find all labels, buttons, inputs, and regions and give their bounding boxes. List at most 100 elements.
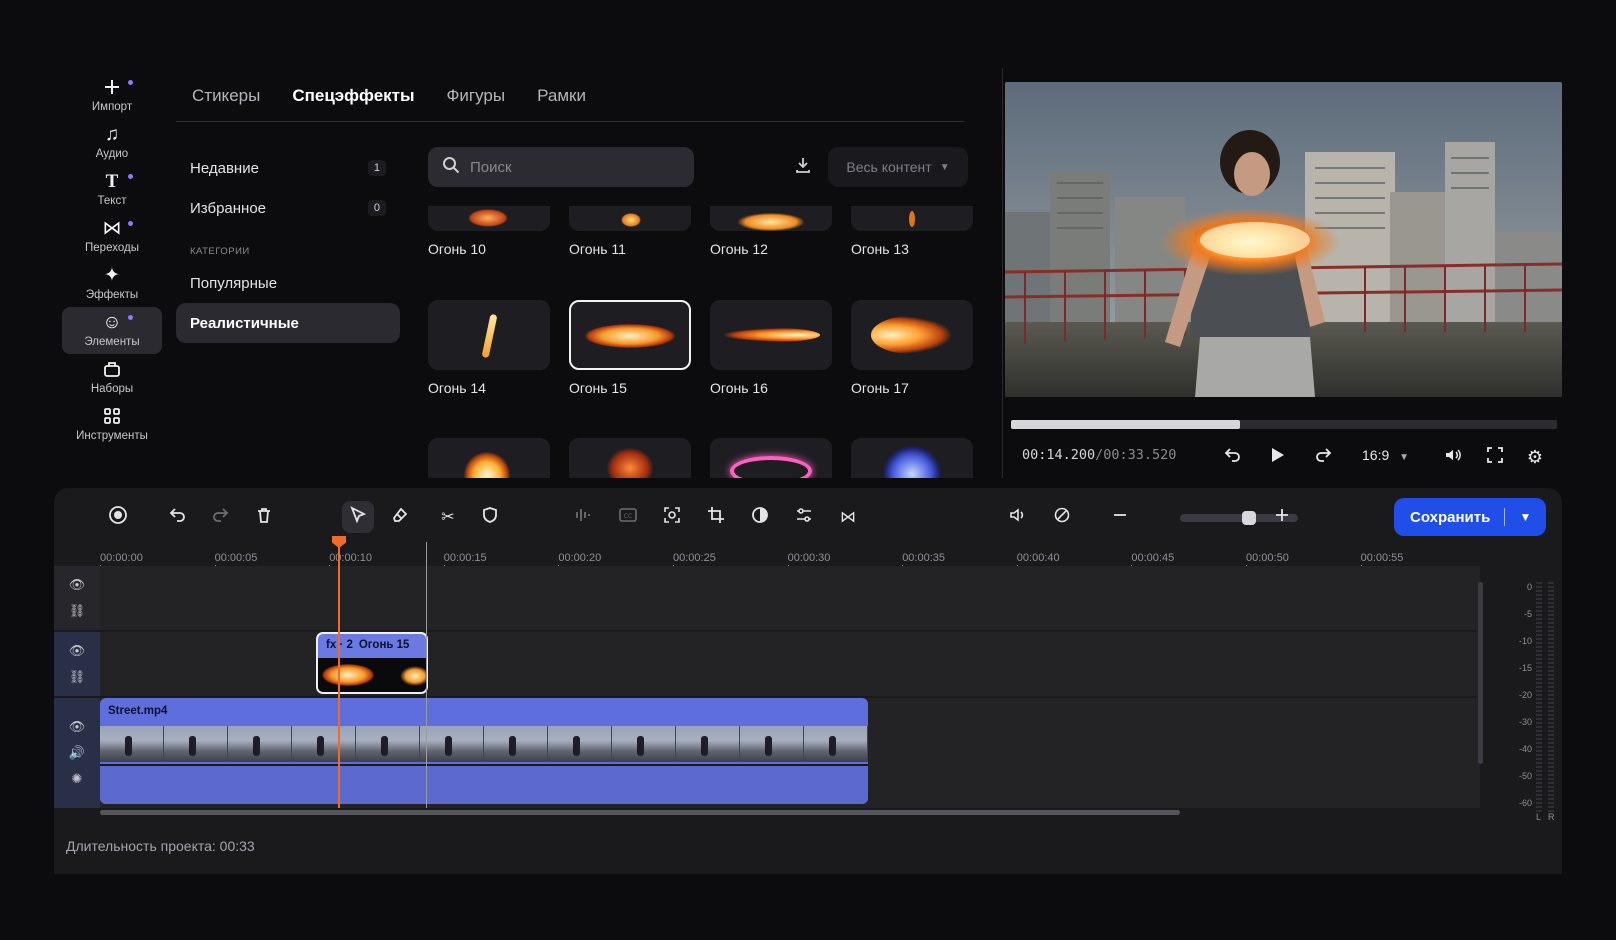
- undo-button[interactable]: [162, 501, 194, 533]
- effect-card[interactable]: Огонь 11: [569, 206, 691, 257]
- rail-transitions[interactable]: ⋈ Переходы: [62, 213, 162, 260]
- effect-card[interactable]: Огонь 15: [569, 300, 691, 396]
- effect-card[interactable]: Огонь 17: [851, 300, 973, 396]
- effect-card[interactable]: Огонь 16: [710, 300, 832, 396]
- rail-audio[interactable]: ♫ Аудио: [62, 119, 162, 166]
- effect-card[interactable]: Огонь 14: [428, 300, 550, 396]
- zoom-in-button[interactable]: [1266, 501, 1298, 533]
- tab-stickers[interactable]: Стикеры: [176, 78, 276, 121]
- settings-button[interactable]: ⚙: [1522, 444, 1548, 470]
- category-recent[interactable]: Недавние 1: [176, 148, 400, 188]
- ruler-tick-label: 00:00:30: [787, 552, 831, 564]
- rail-effects[interactable]: ✦ Эффекты: [62, 260, 162, 307]
- rail-elements[interactable]: ☺ Элементы: [62, 307, 162, 354]
- rail-text[interactable]: T Текст: [62, 166, 162, 213]
- razor-tool-button[interactable]: [384, 501, 416, 533]
- download-button[interactable]: [788, 152, 818, 182]
- meter-channel-bar: [1536, 582, 1542, 812]
- chevron-down-icon[interactable]: ▼: [1505, 510, 1546, 524]
- timecode-current: 00:14.200: [1022, 447, 1096, 463]
- video-preview[interactable]: [1005, 82, 1562, 397]
- category-popular[interactable]: Популярные: [176, 263, 400, 303]
- effect-card[interactable]: Огонь 10: [428, 206, 550, 257]
- left-rail: Импорт ♫ Аудио T Текст ⋈ Переходы ✦ Эффе…: [62, 72, 162, 448]
- text-icon: T: [105, 171, 119, 192]
- record-button[interactable]: [102, 501, 134, 533]
- audio-effect-icon[interactable]: ✺: [72, 771, 83, 787]
- magic-button[interactable]: [1046, 501, 1078, 533]
- effect-card[interactable]: [569, 438, 691, 478]
- rewind-button[interactable]: [1220, 444, 1246, 470]
- effect-card[interactable]: Огонь 13: [851, 206, 973, 257]
- search-input[interactable]: [470, 158, 670, 176]
- effect-clip[interactable]: fx · 2 Огонь 15: [316, 632, 428, 694]
- category-favorites[interactable]: Избранное 0: [176, 188, 400, 228]
- gear-icon: ⚙: [1526, 446, 1544, 467]
- play-button[interactable]: [1264, 444, 1290, 470]
- meter-level-label: 0: [1526, 582, 1532, 592]
- zoom-out-button[interactable]: [1104, 501, 1136, 533]
- adjust-button[interactable]: [788, 501, 820, 533]
- unlink-icon[interactable]: ⛓: [69, 669, 86, 685]
- audio-detach-button[interactable]: [1002, 501, 1034, 533]
- new-dot: [128, 221, 133, 226]
- link-icon[interactable]: ⛓: [69, 603, 86, 619]
- effect-card[interactable]: [851, 438, 973, 478]
- eraser-icon: [391, 506, 409, 529]
- save-button[interactable]: Сохранить ▼: [1394, 498, 1546, 536]
- smiley-icon: ☺: [102, 312, 122, 333]
- color-button[interactable]: [744, 501, 776, 533]
- rail-bundles[interactable]: Наборы: [62, 354, 162, 401]
- mask-button[interactable]: [474, 501, 506, 533]
- crop-button[interactable]: [700, 501, 732, 533]
- zoom-slider-handle[interactable]: [1242, 511, 1257, 525]
- effect-card[interactable]: [428, 438, 550, 478]
- playhead[interactable]: [332, 536, 346, 808]
- empty-track[interactable]: 👁 ⛓: [54, 566, 1480, 630]
- rail-import[interactable]: Импорт: [62, 72, 162, 119]
- effect-thumbnail: [710, 206, 832, 231]
- tab-special-effects[interactable]: Спецэффекты: [276, 78, 430, 121]
- count-badge: 1: [367, 160, 386, 176]
- fullscreen-button[interactable]: [1482, 444, 1508, 470]
- volume-icon[interactable]: 🔊: [69, 745, 85, 761]
- delete-button[interactable]: [248, 501, 280, 533]
- cut-button[interactable]: ✂: [432, 501, 464, 533]
- redo-button[interactable]: [204, 501, 236, 533]
- effect-card[interactable]: Огонь 12: [710, 206, 832, 257]
- svg-text:CC: CC: [624, 513, 632, 520]
- effects-track[interactable]: 👁 ⛓ fx · 2 Огонь 15: [54, 632, 1480, 696]
- preview-scrubber[interactable]: [1011, 420, 1557, 429]
- aspect-ratio-label: 16:9: [1362, 447, 1390, 463]
- focus-button[interactable]: [656, 501, 688, 533]
- select-tool-button[interactable]: [342, 501, 374, 533]
- forward-button[interactable]: [1310, 444, 1336, 470]
- video-track[interactable]: 👁 🔊 ✺ Street.mp4: [54, 698, 1480, 808]
- film-frame: [740, 726, 804, 762]
- project-duration: Длительность проекта: 00:33: [66, 838, 255, 854]
- category-realistic[interactable]: Реалистичные: [176, 303, 400, 343]
- captions-button[interactable]: CC: [612, 501, 644, 533]
- split-audio-button[interactable]: [568, 501, 600, 533]
- vertical-scrollbar[interactable]: [1478, 582, 1483, 764]
- ruler-tick-label: 00:00:45: [1131, 552, 1175, 564]
- effect-name: Огонь 12: [710, 241, 768, 257]
- sparkle-icon: ✦: [104, 265, 120, 286]
- volume-button[interactable]: [1440, 444, 1466, 470]
- eye-icon[interactable]: 👁: [69, 577, 86, 593]
- video-clip[interactable]: Street.mp4: [100, 698, 868, 804]
- rail-tools[interactable]: Инструменты: [62, 401, 162, 448]
- transition-button[interactable]: ⋈: [832, 501, 864, 533]
- effect-thumbnail: [710, 300, 832, 370]
- ruler-tick-label: 00:00:05: [214, 552, 258, 564]
- eye-icon[interactable]: 👁: [69, 643, 86, 659]
- horizontal-scrollbar[interactable]: [100, 810, 1180, 815]
- tab-frames[interactable]: Рамки: [521, 78, 602, 121]
- eye-icon[interactable]: 👁: [69, 719, 86, 735]
- content-filter-select[interactable]: Весь контент ▼: [828, 147, 968, 187]
- effect-name: Огонь 16: [710, 380, 768, 396]
- tab-shapes[interactable]: Фигуры: [431, 78, 522, 121]
- aspect-ratio-select[interactable]: 16:9 ▼: [1362, 447, 1409, 463]
- rail-label: Аудио: [95, 148, 129, 160]
- effect-card[interactable]: [710, 438, 832, 478]
